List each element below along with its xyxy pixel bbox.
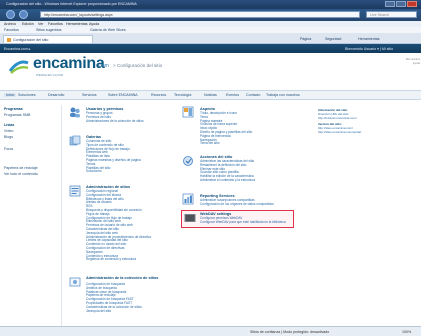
welcome-menu[interactable]: Bienvenido Usuario ▾ | Mi sitio xyxy=(345,47,393,51)
section-links-actions: Administrar las características del siti… xyxy=(200,159,255,183)
section-link[interactable]: Tema del sitio xyxy=(200,142,252,146)
command-security[interactable]: Seguridad xyxy=(325,37,341,41)
tab-settings[interactable]: Configuración del sitio xyxy=(3,35,93,43)
users-icon xyxy=(70,107,80,118)
minimize-button[interactable] xyxy=(385,1,395,7)
section-links-reporting: Administrar suscripciones compartidas Co… xyxy=(200,198,274,207)
page-icon xyxy=(7,38,11,42)
brand-tagline: PIENSA EN CLOUD xyxy=(36,73,64,77)
collection-admin-icon xyxy=(69,277,81,287)
topnav-item[interactable]: Tecnología xyxy=(174,93,191,97)
forward-icon[interactable] xyxy=(19,10,28,19)
section-link[interactable]: Soluciones xyxy=(86,170,141,174)
recycle-bin-link[interactable]: Papelera de reciclaje xyxy=(4,166,38,170)
topnav-item[interactable]: Servicios xyxy=(82,93,97,97)
address-bar[interactable]: http://encamina.com/_layouts/settings.as… xyxy=(40,11,360,18)
section-links-webdav: Configurar permisos WebDAV Configurar We… xyxy=(200,216,286,225)
section-link[interactable]: Configuración de los orígenes de datos c… xyxy=(200,202,274,207)
top-navigation: Inicio Soluciones Desarrollo Servicios S… xyxy=(0,90,421,100)
actions-icon xyxy=(183,156,193,166)
address-url: http://encamina.com/_layouts/settings.as… xyxy=(44,13,113,17)
menu-favorites[interactable]: Favoritos xyxy=(48,22,63,26)
section-link[interactable]: Registros de contenido y estructura xyxy=(86,258,151,262)
page-title: > Configuración del sitio xyxy=(113,63,163,68)
topnav-item[interactable]: Trabaja con nosotros xyxy=(266,93,300,97)
back-icon[interactable] xyxy=(6,10,15,19)
sharepoint-topbar: Encamina.com ▸ Bienvenido Usuario ▾ | Mi… xyxy=(0,44,421,53)
look-icon xyxy=(182,106,194,118)
section-links-users: Personas y grupos Permisos del sitio Adm… xyxy=(86,111,144,124)
section-links-site-admin: Configuración regional Configuración del… xyxy=(86,189,151,262)
help-link[interactable]: Ayuda xyxy=(392,62,420,66)
window-title: Configuración del sitio - Windows Intern… xyxy=(6,2,137,6)
favorites-suggested[interactable]: Sitios sugeridos xyxy=(36,28,61,32)
leftnav-item[interactable]: Foros xyxy=(4,147,13,151)
section-link[interactable]: Configurar WebDAV para que esté habilita… xyxy=(200,220,286,225)
section-link[interactable]: Jerarquía del sitio xyxy=(86,309,142,314)
section-link[interactable]: Administradores de la colección de sitio… xyxy=(86,119,144,124)
favorites-webslices[interactable]: Galería de Web Slices xyxy=(90,28,126,32)
search-input[interactable]: Live Search xyxy=(366,11,417,18)
section-links-look: Título, descripción e icono Tema Página … xyxy=(200,111,252,146)
menu-view[interactable]: Ver xyxy=(38,22,43,26)
leftnav-item[interactable]: Blogs xyxy=(4,135,13,139)
encamina-logo-icon xyxy=(8,60,29,74)
section-title-collection-admin: Administración de la colección de sitios xyxy=(86,276,159,280)
leftnav-item[interactable]: Programas SMB xyxy=(4,113,30,117)
leftnav-item[interactable]: Vídeo xyxy=(4,129,13,133)
maximize-button[interactable] xyxy=(396,1,406,7)
topnav-item[interactable]: Desarrollo xyxy=(48,93,64,97)
menu-help[interactable]: Ayuda xyxy=(89,22,99,26)
zoom-level[interactable]: 100% xyxy=(402,330,411,334)
webdav-icon xyxy=(184,214,196,222)
reporting-icon xyxy=(182,193,194,205)
section-links-galleries: Columnas de sitio Tipos de contenido de … xyxy=(86,139,141,174)
close-button[interactable] xyxy=(407,1,417,7)
site-crumb[interactable]: Encamina.com ▸ xyxy=(4,47,31,51)
menu-edit[interactable]: Edición xyxy=(22,22,34,26)
view-all-content-link[interactable]: Ver todo el contenido xyxy=(4,172,38,176)
window-titlebar: Configuración del sitio - Windows Intern… xyxy=(0,0,421,9)
menu-tools[interactable]: Herramientas xyxy=(66,22,88,26)
topnav-item[interactable]: Eventos xyxy=(226,93,239,97)
topnav-item[interactable]: Soluciones xyxy=(18,93,36,97)
menu-file[interactable]: Archivo xyxy=(4,22,16,26)
site-url-link[interactable]: http://intranet.encamina.com/ xyxy=(318,116,361,121)
topnav-item-home[interactable]: Inicio xyxy=(4,93,17,97)
favorites-button[interactable]: Favoritos xyxy=(4,28,19,32)
topnav-item[interactable]: Sobre ENCAMINA xyxy=(108,93,138,97)
leftnav-heading-programs[interactable]: Programas xyxy=(4,107,23,111)
section-links-collection-admin: Configuración de búsqueda Ámbitos de bús… xyxy=(86,282,142,314)
brand-suffix: .com xyxy=(98,63,109,69)
topnav-item[interactable]: Noticias xyxy=(204,93,217,97)
gallery-icon xyxy=(69,135,81,146)
command-tools[interactable]: Herramientas xyxy=(358,37,380,41)
topnav-item[interactable]: Recursos xyxy=(151,93,166,97)
divider xyxy=(61,105,62,327)
header-right-links: Mis vínculos Ayuda xyxy=(392,58,420,66)
search-placeholder: Live Search xyxy=(370,13,389,17)
tab-label: Configuración del sitio xyxy=(13,37,49,42)
security-zone-status: Sitios de confianza | Modo protegido: de… xyxy=(250,329,330,334)
site-url-link[interactable]: http://sites.encamina.com/portal/ xyxy=(318,130,361,135)
section-link[interactable]: Administrar el contenido y la estructura xyxy=(200,178,255,183)
admin-icon xyxy=(69,185,81,197)
leftnav-heading-lists[interactable]: Listas xyxy=(4,123,14,127)
brand-name: encamina xyxy=(33,55,105,72)
site-info-panel: Información del sitio Dirección URL del … xyxy=(318,107,361,134)
topnav-item[interactable]: Contacto xyxy=(246,93,260,97)
command-page[interactable]: Página xyxy=(300,37,311,41)
